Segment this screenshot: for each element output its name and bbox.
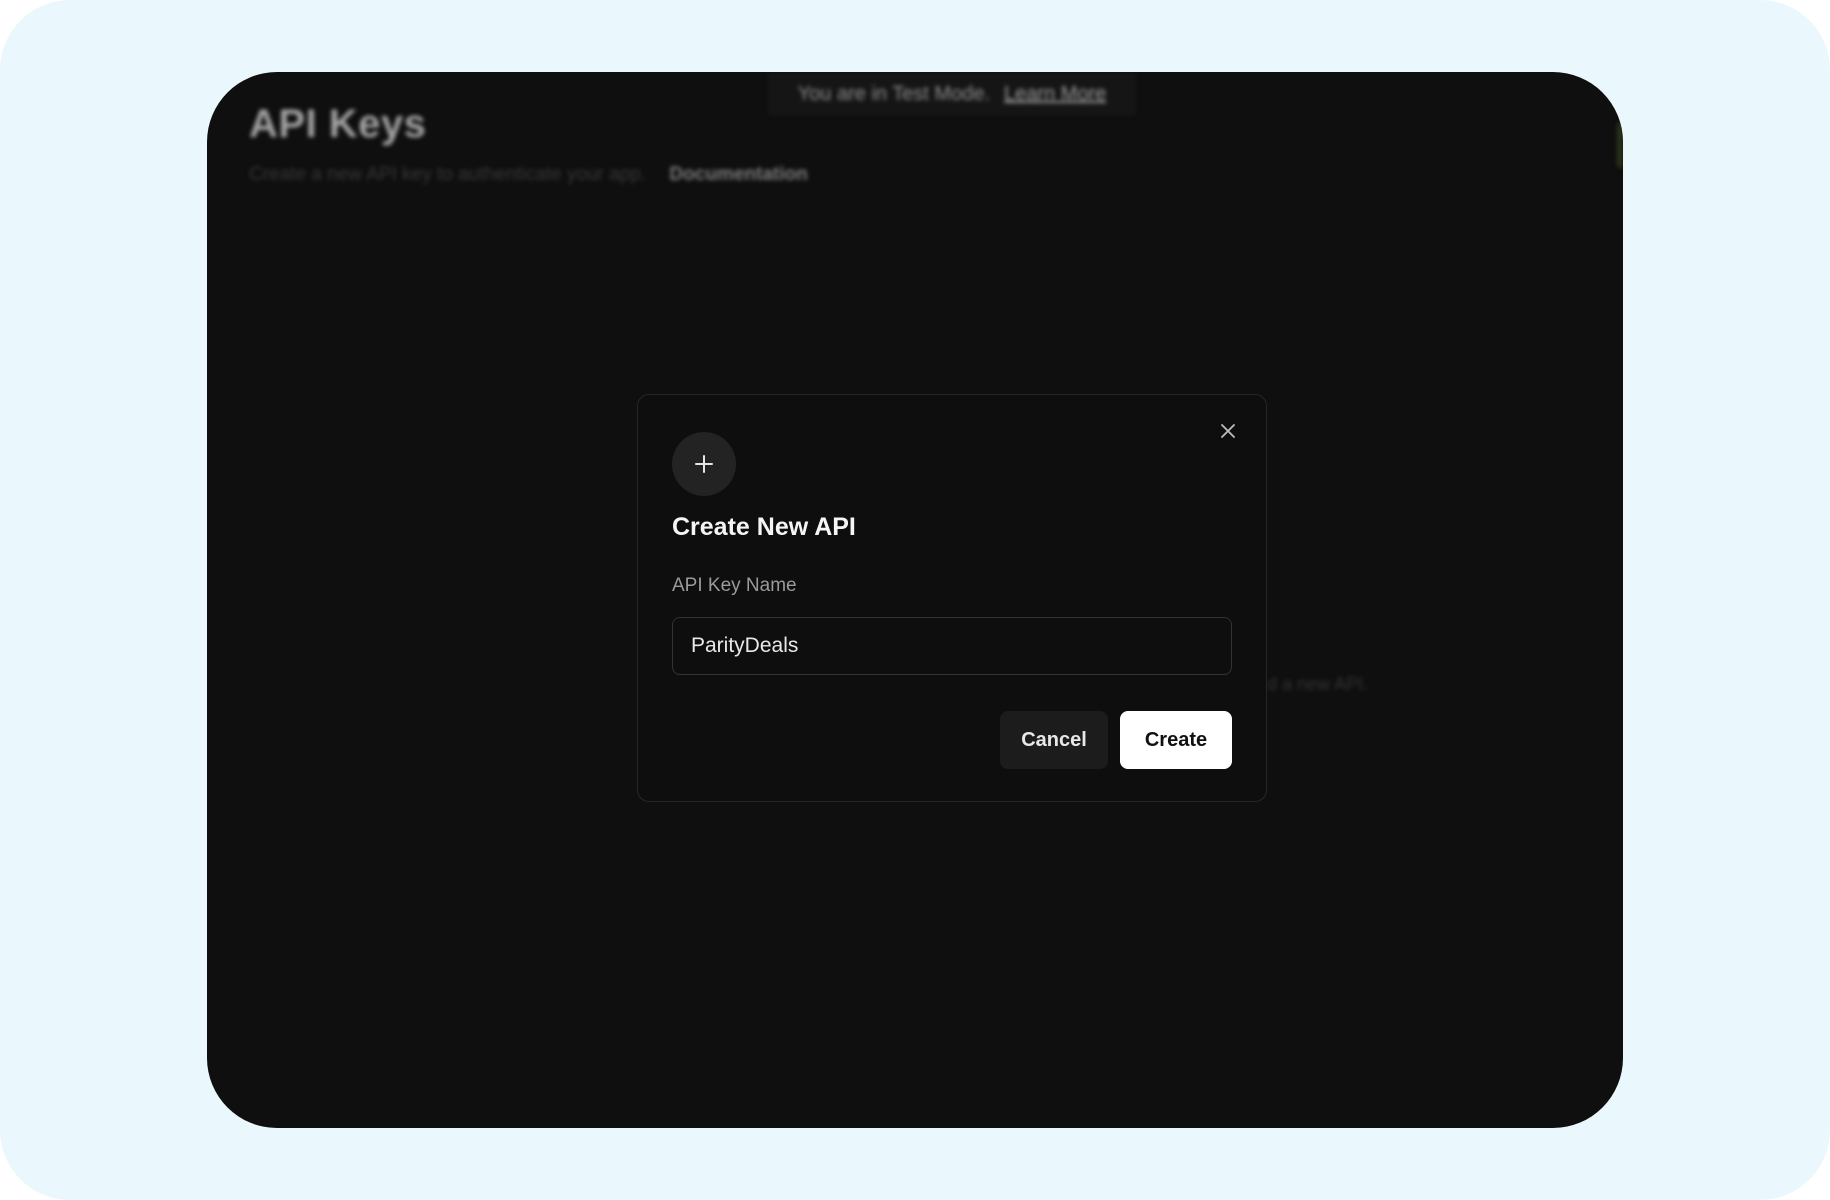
test-mode-banner: You are in Test Mode. Learn More: [767, 72, 1137, 116]
api-key-name-input[interactable]: [672, 617, 1232, 675]
cancel-button[interactable]: Cancel: [1000, 711, 1108, 769]
page-title: API Keys: [249, 102, 427, 146]
test-mode-message: You are in Test Mode.: [797, 82, 991, 105]
dialog-title: Create New API: [672, 513, 856, 541]
create-api-dialog: Create New API API Key Name Cancel Creat…: [637, 394, 1267, 802]
plus-icon: [695, 455, 713, 473]
close-button[interactable]: [1216, 419, 1240, 443]
page-subtitle-text: Create a new API key to authenticate you…: [249, 164, 647, 185]
empty-state-hint: d a new API.: [1267, 674, 1369, 694]
edge-accent: [1617, 122, 1623, 168]
close-icon: [1221, 424, 1235, 438]
documentation-link[interactable]: Documentation: [669, 164, 807, 185]
create-button[interactable]: Create: [1120, 711, 1232, 769]
screen-background: You are in Test Mode. Learn More API Key…: [0, 0, 1830, 1200]
app-window: You are in Test Mode. Learn More API Key…: [207, 72, 1623, 1128]
learn-more-link[interactable]: Learn More: [1004, 83, 1106, 106]
plus-icon-badge: [672, 432, 736, 496]
page-subtitle: Create a new API key to authenticate you…: [249, 164, 808, 186]
api-key-name-label: API Key Name: [672, 575, 797, 596]
